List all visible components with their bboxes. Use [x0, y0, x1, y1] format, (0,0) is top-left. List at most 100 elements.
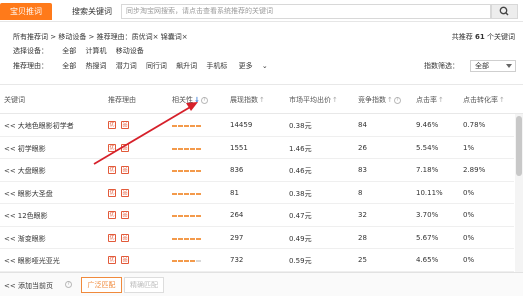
keyword-cell[interactable]: << 渐变眼影	[4, 234, 46, 244]
device-option-mobile[interactable]: 移动设备	[116, 47, 144, 55]
reason-option-rising[interactable]: 飙升词	[176, 62, 197, 70]
keyword-text: 12色眼影	[17, 212, 48, 220]
cvr-cell: 0%	[463, 233, 475, 242]
help-icon[interactable]: ?	[65, 281, 72, 288]
competition-cell: 28	[358, 233, 367, 242]
add-keyword-icon[interactable]: <<	[4, 190, 16, 198]
count-prefix: 共推荐	[451, 33, 473, 41]
device-option-computer[interactable]: 计算机	[85, 47, 106, 55]
relevance-bar-segment	[190, 192, 195, 195]
breadcrumb: 所有推荐词 > 移动设备 > 推荐理由：质优词× 锦囊词×	[13, 33, 188, 41]
add-keyword-icon[interactable]: <<	[4, 212, 16, 220]
reason-option-all[interactable]: 全部	[62, 62, 76, 70]
tab-product-keywords[interactable]: 宝贝推词	[0, 3, 52, 20]
keyword-cell[interactable]: << 12色眼影	[4, 211, 48, 221]
relevance-bars	[172, 192, 201, 195]
scrollbar[interactable]	[515, 114, 523, 272]
col-relevance[interactable]: 相关性↓?	[172, 95, 208, 105]
keyword-cell[interactable]: << 眼影哑光亚光	[4, 256, 60, 266]
keyword-cell[interactable]: << 大地色眼影初学者	[4, 121, 74, 131]
device-filter-label: 选择设备：	[13, 47, 48, 55]
table-row[interactable]: << 大地色眼影初学者 优 品 14459 0.38元 84 9.46% 0.78…	[0, 114, 514, 137]
add-keyword-icon[interactable]: <<	[4, 145, 16, 153]
search-icon	[499, 6, 509, 16]
broad-match-button[interactable]: 广泛匹配	[81, 277, 122, 293]
reason-option-potential[interactable]: 潜力词	[116, 62, 137, 70]
col-competition[interactable]: 竞争指数↑?	[358, 95, 401, 105]
keyword-cell[interactable]: << 大盘眼影	[4, 166, 46, 176]
cvr-cell: 0%	[463, 256, 475, 264]
relevance-bar-segment	[184, 147, 189, 150]
avg-bid-cell: 0.46元	[289, 167, 312, 175]
relevance-bar-segment	[184, 215, 189, 217]
cvr-cell: 0%	[463, 211, 475, 219]
quality-badge: 优	[108, 256, 116, 264]
table-row[interactable]: << 眼影大圣盘 优 品 81 0.38元 8 10.11% 0%	[0, 182, 514, 204]
col-avg-bid-label: 市场平均出价	[289, 96, 331, 104]
reason-option-mobile[interactable]: 手机标	[206, 62, 227, 70]
relevance-bars	[172, 215, 201, 217]
more-label: 更多	[238, 62, 253, 70]
sort-down-icon[interactable]: ↓	[194, 96, 200, 104]
relevance-bar-segment	[172, 125, 177, 127]
impressions-cell: 81	[230, 188, 239, 197]
table-row[interactable]: << 大盘眼影 优 品 836 0.46元 83 7.18% 2.89%	[0, 159, 514, 182]
keyword-cell[interactable]: << 初学眼影	[4, 144, 46, 154]
competition-cell: 26	[358, 143, 367, 152]
exact-match-button[interactable]: 精确匹配	[124, 277, 164, 293]
index-filter-select[interactable]: 全部	[470, 60, 516, 72]
more-button[interactable]: 更多 ⌄	[239, 61, 275, 72]
impressions-cell: 732	[230, 256, 244, 264]
keyword-text: 渐变眼影	[17, 234, 46, 243]
search-input[interactable]: 同步淘宝网搜索，请点击查看系统推荐的关键词	[121, 4, 491, 19]
quality-badge: 优	[108, 166, 116, 174]
count-suffix: 个关键词	[487, 33, 515, 41]
keyword-text: 大地色眼影初学者	[17, 122, 74, 130]
table-header: 关键词 推荐理由 相关性↓? 展现指数↑ 市场平均出价↑ 竞争指数↑? 点击率↑…	[0, 84, 523, 114]
keyword-text: 初学眼影	[17, 144, 46, 153]
avg-bid-cell: 1.46元	[289, 144, 312, 153]
quality-badge: 优	[108, 211, 116, 219]
device-option-all[interactable]: 全部	[62, 47, 76, 55]
competition-cell: 83	[358, 166, 367, 174]
add-keyword-icon[interactable]: <<	[4, 235, 16, 243]
sort-icon[interactable]: ↑	[332, 96, 338, 104]
tab-search-keywords[interactable]: 搜索关键词	[62, 3, 122, 20]
competition-cell: 32	[358, 211, 367, 219]
col-cvr[interactable]: 点击转化率↑	[463, 95, 505, 105]
help-icon[interactable]: ?	[200, 96, 208, 104]
col-impressions[interactable]: 展现指数↑	[230, 95, 265, 105]
table-row[interactable]: << 12色眼影 优 品 264 0.47元 32 3.70% 0%	[0, 204, 514, 227]
table-row[interactable]: << 渐变眼影 优 品 297 0.49元 28 5.67% 0%	[0, 227, 514, 249]
ctr-cell: 4.65%	[416, 256, 439, 264]
sort-icon[interactable]: ↑	[387, 96, 393, 104]
col-avg-bid[interactable]: 市场平均出价↑	[289, 95, 338, 105]
keyword-text: 大盘眼影	[17, 167, 46, 175]
add-keyword-icon[interactable]: <<	[4, 257, 16, 265]
keyword-text: 眼影哑光亚光	[17, 257, 60, 265]
keyword-cell[interactable]: << 眼影大圣盘	[4, 189, 53, 199]
sort-icon[interactable]: ↑	[499, 96, 505, 104]
reason-option-hot[interactable]: 热搜词	[85, 62, 106, 70]
col-ctr[interactable]: 点击率↑	[416, 95, 444, 105]
col-impressions-label: 展现指数	[230, 96, 258, 104]
competition-cell: 8	[358, 188, 363, 197]
search-button[interactable]	[491, 4, 518, 19]
col-relevance-label: 相关性	[172, 96, 193, 104]
avg-bid-cell: 0.49元	[289, 234, 312, 243]
sort-icon[interactable]: ↑	[438, 96, 444, 104]
reason-option-peer[interactable]: 同行词	[146, 62, 167, 70]
add-current-page-button[interactable]: << 添加当前页	[4, 281, 53, 291]
relevance-bar-segment	[184, 260, 189, 262]
table-row[interactable]: << 眼影哑光亚光 优 品 732 0.59元 25 4.65% 0%	[0, 249, 514, 272]
add-keyword-icon[interactable]: <<	[4, 167, 16, 175]
help-icon[interactable]: ?	[393, 96, 401, 104]
table-row[interactable]: << 初学眼影 优 品 1551 1.46元 26 5.54% 1%	[0, 137, 514, 159]
relevance-bars	[172, 125, 201, 127]
scrollbar-thumb[interactable]	[516, 116, 522, 176]
relevance-bar-segment	[172, 147, 177, 150]
product-badge: 品	[121, 211, 129, 219]
sort-icon[interactable]: ↑	[259, 96, 265, 104]
add-keyword-icon[interactable]: <<	[4, 122, 16, 130]
relevance-bar-segment	[196, 170, 201, 172]
